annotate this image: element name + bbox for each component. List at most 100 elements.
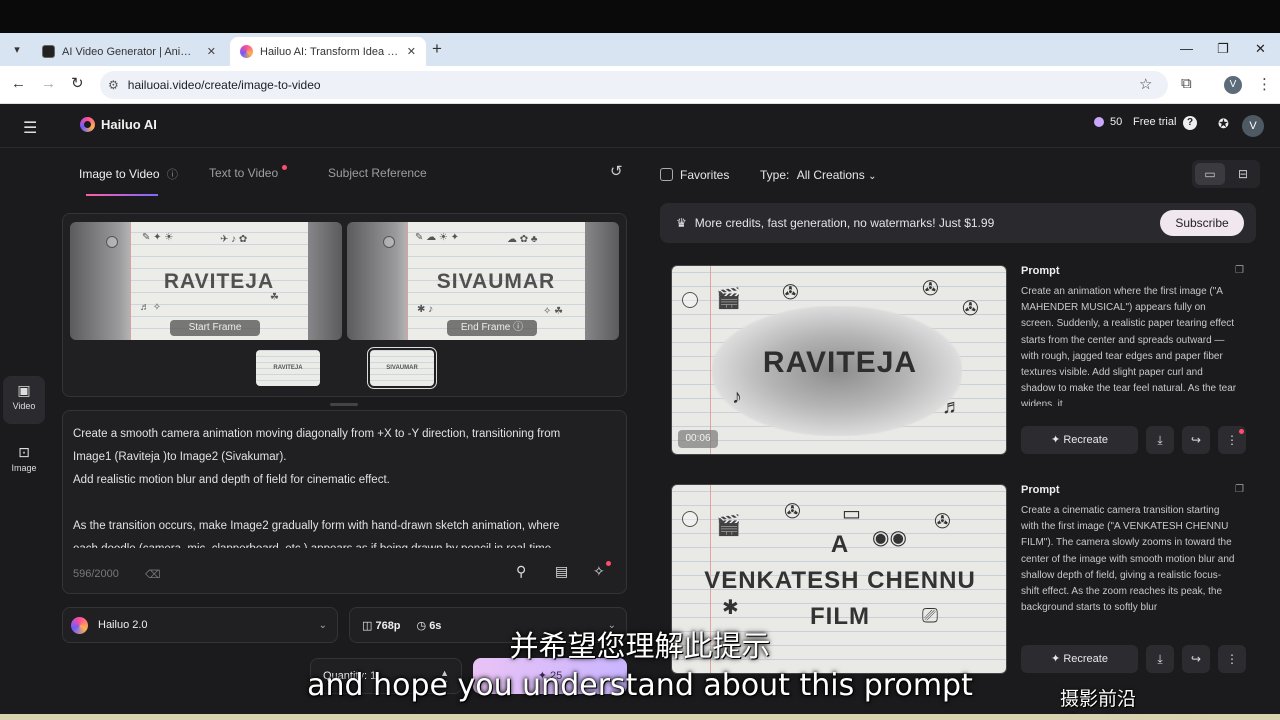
free-trial-link[interactable]: Free trial (1133, 116, 1176, 128)
prompt-line: each doodle (camera, mic, clapperboard, … (73, 538, 613, 548)
bookmark-star-icon[interactable]: ☆ (1139, 75, 1152, 93)
download-icon[interactable]: ⤓ (1146, 426, 1174, 454)
start-frame-thumbnail[interactable]: RAVITEJA (256, 350, 320, 386)
recreate-button[interactable]: ✦ Recreate (1021, 426, 1138, 454)
tab-label: Image to Video (79, 167, 160, 181)
start-frame[interactable]: ✎ ✦ ☀ ✈ ♪ ✿ ♬ ✧ ☘ RAVITEJA Start Frame (70, 222, 342, 340)
start-frame-word: RAVITEJA (163, 270, 275, 293)
tab-title: AI Video Generator | Animate P (62, 45, 200, 58)
credits-display[interactable]: 50 (1094, 116, 1122, 128)
rail-item-image[interactable]: ⊡ Image (3, 438, 45, 482)
prompt-card: Create a smooth camera animation moving … (62, 410, 627, 594)
doodle-icon: ✎ ☁ ☀ ✦ (415, 232, 460, 243)
prompt-title: Prompt (1021, 265, 1060, 277)
tab-subject-reference[interactable]: Subject Reference (328, 166, 427, 180)
url-text[interactable]: hailuoai.video/create/image-to-video (128, 78, 321, 92)
browser-tab-hailuo[interactable]: Hailuo AI: Transform Idea to Vi ✕ (230, 37, 426, 66)
sparkle-icon: ✦ (1051, 434, 1064, 446)
tab-close-icon[interactable]: ✕ (407, 45, 416, 58)
prompt-line: Image1 (Raviteja )to Image2 (Sivakumar). (73, 451, 287, 463)
type-filter[interactable]: Type: All Creations ⌄ (760, 168, 876, 182)
tab-favicon-icon (240, 45, 253, 58)
char-count: 596/2000 (73, 568, 119, 580)
subscribe-button[interactable]: Subscribe (1160, 210, 1244, 236)
prompt-line: Add realistic motion blur and depth of f… (73, 474, 390, 486)
end-frame-thumbnail[interactable]: SIVAUMAR (367, 347, 437, 389)
end-frame[interactable]: ✎ ☁ ☀ ✦ ☁ ✿ ♣ ✱ ♪ ✧ ☘ SIVAUMAR End Frame… (347, 222, 619, 340)
doodle-icon: ♪ (732, 386, 742, 408)
prompt-title: Prompt (1021, 484, 1060, 496)
free-trial-label: Free trial (1133, 116, 1177, 128)
share-icon[interactable]: ↪ (1182, 426, 1210, 454)
clear-prompt-icon[interactable]: ⌫ (145, 568, 161, 581)
omnibox[interactable]: ⚙ hailuoai.video/create/image-to-video (100, 71, 1168, 99)
end-frame-select[interactable] (383, 236, 395, 248)
screen: ▾ AI Video Generator | Animate P ✕ Hailu… (0, 0, 1280, 720)
user-avatar-button[interactable]: V (1242, 115, 1264, 137)
video-word: A (830, 531, 850, 558)
reload-icon[interactable]: ↻ (71, 75, 84, 93)
camera-movement-icon[interactable]: ▤ (555, 563, 568, 580)
list-view-icon[interactable]: ▭ (1195, 163, 1225, 185)
window-close-icon[interactable]: ✕ (1255, 41, 1266, 57)
extensions-icon[interactable]: ⧉ (1181, 75, 1192, 92)
hamburger-menu-icon[interactable]: ☰ (23, 118, 37, 138)
generation-video-1[interactable]: 🎬 ✇ ✇ ✇ ♪ ♬ RAVITEJA 00:06 (671, 265, 1007, 455)
info-icon[interactable]: ⓘ (167, 169, 178, 181)
browser-menu-icon[interactable]: ⋮ (1257, 75, 1272, 93)
tab-search-icon[interactable]: ▾ (8, 41, 26, 59)
doodle-icon: ☁ ✿ ♣ (507, 234, 538, 245)
doodle-icon: ✈ ♪ ✿ (220, 234, 248, 245)
back-icon[interactable]: ← (11, 75, 26, 93)
help-button[interactable]: ? (1183, 116, 1197, 130)
promo-text: More credits, fast generation, no waterm… (694, 216, 995, 230)
end-frame-label-text: End Frame (460, 322, 511, 333)
video-duration: 00:06 (678, 430, 718, 448)
recreate-label: Recreate (1063, 434, 1108, 446)
tab-text-to-video[interactable]: Text to Video (209, 166, 278, 180)
detail-view-icon[interactable]: ⊟ (1228, 163, 1258, 185)
copy-icon[interactable]: ❐ (1235, 265, 1244, 276)
copy-icon[interactable]: ❐ (1235, 484, 1244, 495)
browser-tab-strip: ▾ AI Video Generator | Animate P ✕ Hailu… (0, 33, 1280, 66)
favorites-checkbox[interactable] (660, 168, 673, 181)
select-video-1[interactable] (682, 292, 698, 308)
browser-profile-avatar[interactable]: V (1224, 76, 1242, 94)
forward-icon[interactable]: → (41, 75, 56, 93)
tab-label: Text to Video (209, 166, 279, 180)
type-filter-label: Type: (760, 168, 790, 182)
browser-tab-ai-video-generator[interactable]: AI Video Generator | Animate P ✕ (32, 37, 226, 66)
resize-handle[interactable] (330, 403, 358, 406)
doodle-icon: ♬ (942, 396, 962, 418)
reset-icon[interactable]: ↺ (610, 162, 623, 180)
gift-button[interactable]: ✪ (1218, 116, 1229, 132)
letterbox-top (0, 0, 1280, 33)
image-icon: ⊡ (18, 444, 30, 460)
tab-label: Subject Reference (328, 166, 427, 180)
magic-enhance-icon[interactable]: ✧ (593, 563, 605, 580)
prompt-input[interactable]: Create a smooth camera animation moving … (73, 423, 613, 548)
prompt-line: Create a smooth camera animation moving … (73, 428, 561, 440)
pin-icon[interactable]: ⚲ (516, 563, 526, 580)
start-frame-select[interactable] (106, 236, 118, 248)
site-settings-icon[interactable]: ⚙ (108, 78, 119, 92)
brand-logo[interactable]: Hailuo AI (80, 117, 157, 132)
avatar: V (1242, 115, 1264, 137)
minimize-icon[interactable]: — (1180, 41, 1193, 56)
new-badge-dot (606, 561, 611, 566)
frames-card: ✎ ✦ ☀ ✈ ♪ ✿ ♬ ✧ ☘ RAVITEJA Start Frame ✎… (62, 213, 627, 397)
subtitle-chinese: 并希望您理解此提示 (509, 629, 771, 663)
gift-icon: ✪ (1218, 116, 1229, 131)
tab-close-icon[interactable]: ✕ (207, 45, 216, 58)
prompt-text: Create a cinematic camera transition sta… (1021, 505, 1235, 614)
help-icon: ? (1183, 116, 1197, 130)
maximize-icon[interactable]: ❐ (1217, 41, 1229, 57)
video-word: VENKATESH CHENNU (704, 567, 976, 594)
favorites-label: Favorites (680, 168, 730, 182)
new-tab-icon[interactable]: + (432, 40, 442, 58)
credit-icon (1094, 117, 1104, 127)
tab-image-to-video[interactable]: Image to Video ⓘ (79, 166, 178, 182)
rail-item-video[interactable]: ▣ Video (3, 376, 45, 424)
rail-item-label: Video (12, 401, 36, 411)
select-video-2[interactable] (682, 511, 698, 527)
